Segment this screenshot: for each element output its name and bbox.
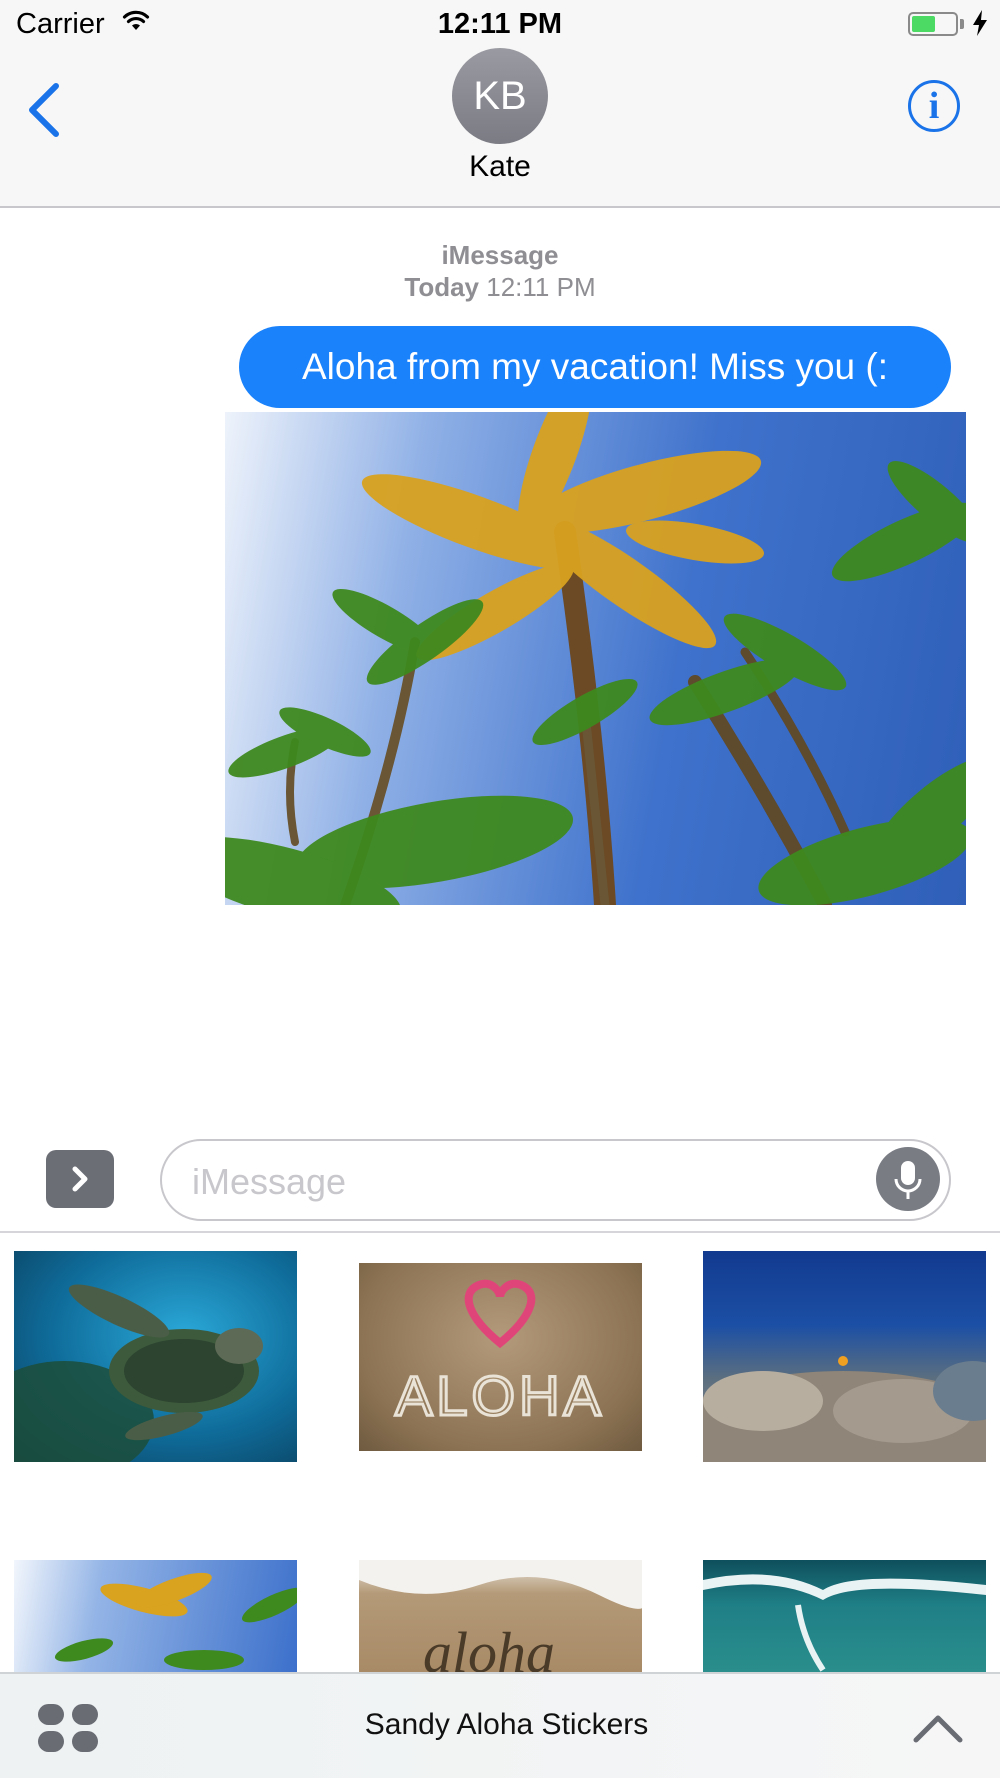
- charging-bolt-icon: [972, 10, 988, 41]
- status-time: 12:11 PM: [437, 8, 563, 40]
- back-chevron-icon: [29, 83, 59, 137]
- conversation-header: KB Kate i: [0, 48, 1000, 208]
- timestamp-day: Today: [404, 272, 480, 302]
- sticker-palm-trees[interactable]: [14, 1560, 297, 1672]
- expand-drawer-button[interactable]: [910, 1710, 966, 1746]
- sticker-coral-reef[interactable]: [703, 1251, 986, 1462]
- ocean-wave-image: [703, 1574, 986, 1672]
- palm-tree-illustration: [225, 412, 966, 905]
- message-input-placeholder: iMessage: [192, 1161, 347, 1202]
- info-icon[interactable]: i: [908, 80, 960, 132]
- sticker-ocean-wave[interactable]: [703, 1560, 986, 1672]
- chevron-up-icon: [913, 1715, 963, 1743]
- sticker-app-name: Sandy Aloha Stickers: [364, 1708, 649, 1741]
- microphone-icon[interactable]: [876, 1147, 940, 1211]
- aloha-beach-image: aloha: [359, 1560, 642, 1672]
- sticker-beach-text: aloha: [423, 1620, 555, 1672]
- drawer-divider: [0, 1231, 1000, 1233]
- sea-turtle-image: [14, 1284, 263, 1462]
- microphone-glyph: [894, 1161, 922, 1199]
- timestamp-time: 12:11 PM: [486, 272, 596, 302]
- battery-level: [912, 16, 935, 32]
- sticker-sand-text: ALOHA: [395, 1364, 605, 1427]
- palm-trees-thumbnail: [54, 1572, 297, 1670]
- battery-tip: [960, 19, 964, 29]
- sticker-sea-turtle[interactable]: [14, 1251, 297, 1462]
- back-button[interactable]: [22, 78, 72, 138]
- sent-message-bubble[interactable]: Aloha from my vacation! Miss you (:: [239, 326, 951, 408]
- apps-toggle-button[interactable]: [46, 1150, 114, 1208]
- sent-photo-palm-trees[interactable]: [225, 412, 966, 905]
- sand-heart-image: ALOHA: [394, 1279, 605, 1429]
- message-input[interactable]: iMessage: [160, 1139, 951, 1221]
- service-label: iMessage: [441, 240, 559, 270]
- sticker-aloha-beach[interactable]: aloha: [359, 1560, 642, 1672]
- contact-name[interactable]: Kate: [0, 150, 1000, 184]
- chevron-right-icon: [72, 1166, 88, 1192]
- battery-icon: [908, 12, 958, 36]
- status-bar: Carrier 12:11 PM: [0, 0, 1000, 48]
- sticker-aloha-sand-heart[interactable]: ALOHA: [359, 1263, 642, 1451]
- coral-reef-image: [703, 1356, 986, 1462]
- contact-avatar[interactable]: KB: [452, 48, 548, 144]
- imessage-app-bar: Sandy Aloha Stickers: [0, 1672, 1000, 1778]
- message-timestamp: Today 12:11 PM: [0, 272, 1000, 303]
